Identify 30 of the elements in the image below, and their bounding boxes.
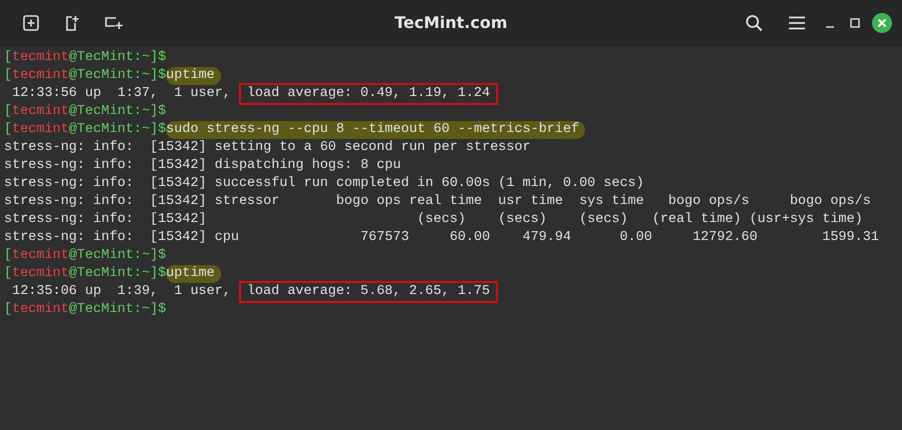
close-button[interactable] [872, 12, 892, 32]
output-text: stress-ng: info: [15342] cpu 767573 60.00 479.94 0.00 12792.60 1599.31 [4, 229, 879, 247]
minimize-icon [826, 26, 834, 28]
command-text: uptime [166, 67, 221, 85]
output-text: stress-ng: info: [15342] successful run completed in 60.00s (1 min, 0.00 secs) [4, 175, 644, 193]
command-text: sudo stress-ng --cpu 8 --timeout 60 --metrics-brief [166, 121, 586, 139]
output-text: stress-ng: info: [15342] setting to a 60 second run per stressor [4, 139, 531, 157]
prompt: [tecmint@TecMint:~]$ [4, 103, 166, 121]
output-text: 12:33:56 up 1:37, 1 user, [11, 85, 232, 103]
command-text: uptime [166, 265, 221, 283]
document-plus-icon [65, 14, 79, 30]
prompt: [tecmint@TecMint:~]$ [4, 67, 166, 85]
prompt: [tecmint@TecMint:~]$ [4, 265, 166, 283]
output-text: 12:35:06 up 1:39, 1 user, [11, 283, 232, 301]
load-average-highlight: load average: 0.49, 1.19, 1.24 [240, 85, 496, 103]
prompt: [tecmint@TecMint:~]$ [4, 247, 166, 265]
output-text: stress-ng: info: [15342] (secs) (secs) (secs) (real time) (usr+sys time) [4, 211, 863, 229]
load-average-highlight: load average: 5.68, 2.65, 1.75 [240, 283, 496, 301]
prompt: [tecmint@TecMint:~]$ [4, 121, 166, 139]
close-icon [872, 12, 892, 32]
prompt: [tecmint@TecMint:~]$ [4, 301, 166, 319]
prompt: [tecmint@TecMint:~]$ [4, 49, 166, 67]
search-icon [745, 14, 763, 32]
menu-icon [789, 16, 805, 30]
output-text: stress-ng: info: [15342] stressor bogo ops real time usr time sys time bogo ops/s bogo ops/s [4, 193, 871, 211]
output-text: stress-ng: info: [15342] dispatching hogs: 8 cpu [4, 157, 401, 175]
window-title: TecMint.com [394, 13, 508, 32]
screen-plus-icon [105, 16, 123, 30]
plus-square-icon [23, 14, 39, 30]
maximize-icon [850, 18, 860, 28]
